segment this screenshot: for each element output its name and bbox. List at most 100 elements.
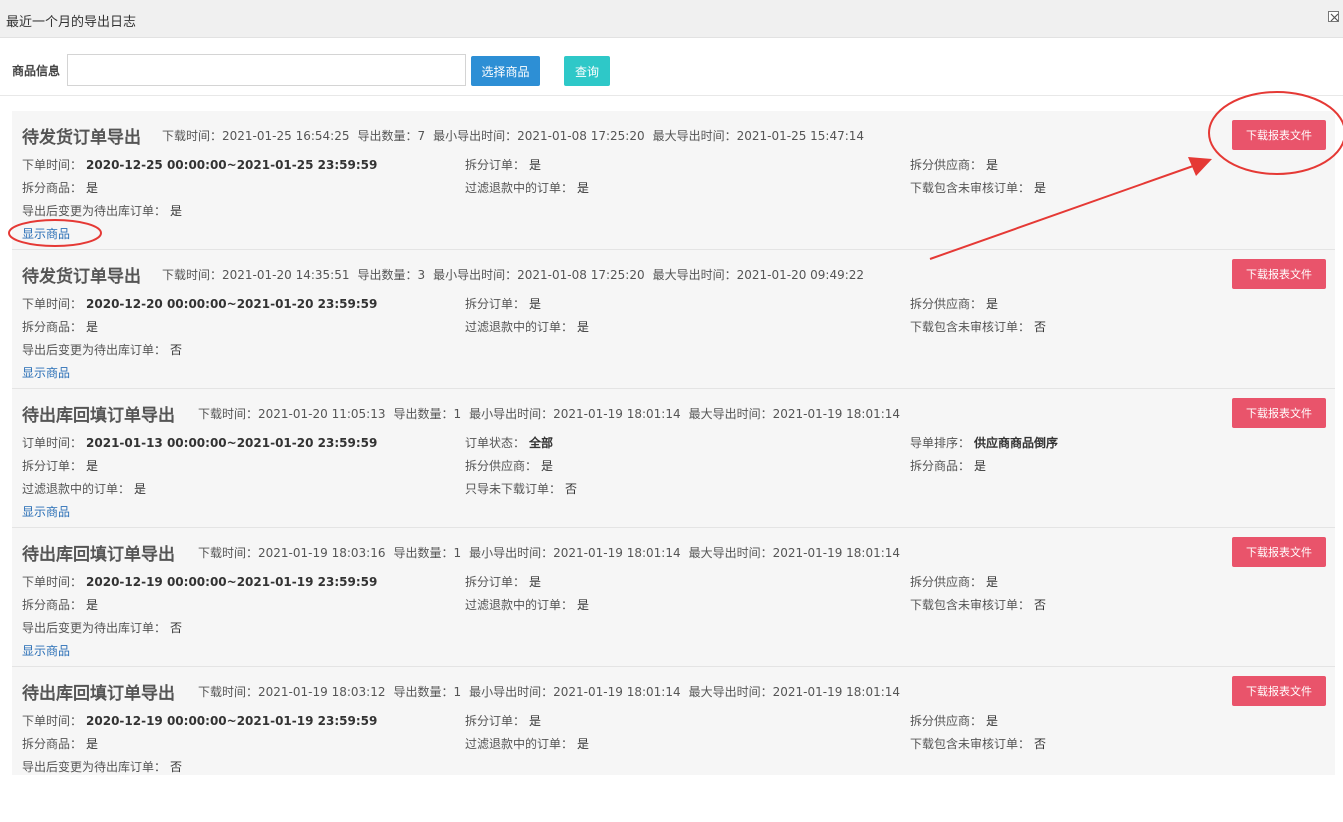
- min-export-time-value: 2021-01-08 17:25:20: [517, 129, 645, 143]
- record-field: 下单时间： 2020-12-25 00:00:00~2021-01-25 23:5…: [22, 156, 377, 173]
- field-label: 下载包含未审核订单：: [910, 320, 1031, 334]
- download-time: 下载时间：2021-01-25 16:54:25: [162, 129, 349, 143]
- record-field: 拆分供应商：是: [910, 295, 998, 312]
- record-field: 下载包含未审核订单：否: [910, 318, 1046, 335]
- record-field: 下载包含未审核订单：是: [910, 179, 1046, 196]
- min-export-time: 最小导出时间：2021-01-19 18:01:14: [469, 407, 680, 421]
- show-products-link[interactable]: 显示商品: [22, 225, 70, 242]
- record-field: 下载包含未审核订单：否: [910, 735, 1046, 752]
- field-label: 下载包含未审核订单：: [910, 598, 1031, 612]
- download-time-value: 2021-01-20 14:35:51: [222, 268, 350, 282]
- field-label: 导单排序：: [910, 436, 971, 450]
- download-time-label: 下载时间：: [162, 129, 223, 143]
- field-label: 过滤退款中的订单：: [465, 737, 574, 751]
- field-value: 2021-01-13 00:00:00~2021-01-20 23:59:59: [86, 436, 378, 450]
- min-export-time-label: 最小导出时间：: [433, 129, 518, 143]
- min-export-time-value: 2021-01-19 18:01:14: [553, 685, 681, 699]
- record-title: 待出库回填订单导出: [22, 406, 175, 426]
- max-export-time: 最大导出时间：2021-01-20 09:49:22: [653, 268, 864, 282]
- field-value: 是: [577, 320, 590, 334]
- download-report-button[interactable]: 下载报表文件: [1232, 120, 1326, 150]
- field-label: 拆分供应商：: [465, 459, 538, 473]
- field-value: 是: [1034, 181, 1047, 195]
- max-export-time-value: 2021-01-20 09:49:22: [736, 268, 865, 282]
- export-record: 待发货订单导出 下载时间：2021-01-25 16:54:25 导出数量：7 最小导…: [12, 111, 1335, 250]
- field-value: 是: [170, 204, 183, 218]
- field-label: 拆分商品：: [22, 320, 83, 334]
- max-export-time-label: 最大导出时间：: [652, 268, 737, 282]
- show-products-link[interactable]: 显示商品: [22, 503, 70, 520]
- field-label: 拆分订单：: [465, 714, 526, 728]
- download-report-button[interactable]: 下载报表文件: [1232, 259, 1326, 289]
- dialog-title: 最近一个月的导出日志: [6, 15, 137, 30]
- record-field: 拆分订单：是: [465, 573, 541, 590]
- show-products-link[interactable]: 显示商品: [22, 364, 70, 381]
- download-time: 下载时间：2021-01-19 18:03:16: [198, 546, 385, 560]
- product-info-input[interactable]: [67, 54, 466, 86]
- max-export-time-label: 最大导出时间：: [688, 546, 773, 560]
- min-export-time-label: 最小导出时间：: [469, 407, 554, 421]
- download-time-label: 下载时间：: [198, 685, 259, 699]
- field-value: 是: [986, 714, 999, 728]
- download-report-button[interactable]: 下载报表文件: [1232, 537, 1326, 567]
- export-count: 导出数量：7: [357, 129, 425, 143]
- record-field: 导出后变更为待出库订单：否: [22, 341, 182, 358]
- min-export-time-label: 最小导出时间：: [469, 685, 554, 699]
- field-value: 是: [86, 737, 99, 751]
- field-value: 是: [986, 297, 999, 311]
- select-product-button[interactable]: 选择商品: [471, 56, 540, 86]
- min-export-time: 最小导出时间：2021-01-08 17:25:20: [433, 129, 644, 143]
- max-export-time: 最大导出时间：2021-01-19 18:01:14: [689, 407, 900, 421]
- min-export-time: 最小导出时间：2021-01-08 17:25:20: [433, 268, 644, 282]
- show-products-link[interactable]: 显示商品: [22, 642, 70, 659]
- field-label: 拆分订单：: [465, 575, 526, 589]
- record-field: 下单时间： 2020-12-20 00:00:00~2021-01-20 23:5…: [22, 295, 377, 312]
- field-value: 全部: [529, 436, 554, 450]
- field-label: 拆分供应商：: [910, 297, 983, 311]
- min-export-time-value: 2021-01-08 17:25:20: [517, 268, 645, 282]
- field-label: 导出后变更为待出库订单：: [22, 343, 167, 357]
- record-field: 拆分供应商：是: [910, 712, 998, 729]
- close-icon[interactable]: [1328, 11, 1339, 22]
- min-export-time-label: 最小导出时间：: [469, 546, 554, 560]
- record-field: 过滤退款中的订单：是: [465, 735, 589, 752]
- export-count-label: 导出数量：: [393, 546, 454, 560]
- export-count: 导出数量：3: [357, 268, 425, 282]
- record-field: 拆分商品：是: [22, 735, 98, 752]
- export-count-label: 导出数量：: [357, 129, 418, 143]
- record-meta: 下载时间：2021-01-19 18:03:16 导出数量：1 最小导出时间：202…: [198, 544, 908, 561]
- record-field: 导出后变更为待出库订单：是: [22, 202, 182, 219]
- export-record: 待出库回填订单导出 下载时间：2021-01-19 18:03:16 导出数量：1 最…: [12, 528, 1335, 667]
- record-meta: 下载时间：2021-01-19 18:03:12 导出数量：1 最小导出时间：202…: [198, 683, 908, 700]
- record-field: 下单时间： 2020-12-19 00:00:00~2021-01-19 23:5…: [22, 712, 377, 729]
- field-label: 下单时间：: [22, 714, 83, 728]
- export-log-list: 待发货订单导出 下载时间：2021-01-25 16:54:25 导出数量：7 最小导…: [12, 111, 1335, 775]
- download-report-button[interactable]: 下载报表文件: [1232, 676, 1326, 706]
- field-value: 是: [577, 737, 590, 751]
- download-time-value: 2021-01-19 18:03:12: [258, 685, 386, 699]
- download-report-button[interactable]: 下载报表文件: [1232, 398, 1326, 428]
- field-value: 是: [86, 181, 99, 195]
- field-label: 过滤退款中的订单：: [465, 320, 574, 334]
- max-export-time-label: 最大导出时间：: [688, 685, 773, 699]
- record-field: 拆分供应商：是: [465, 457, 553, 474]
- record-field: 拆分订单：是: [465, 295, 541, 312]
- download-time-label: 下载时间：: [198, 546, 259, 560]
- record-field: 订单时间： 2021-01-13 00:00:00~2021-01-20 23:5…: [22, 434, 377, 451]
- min-export-time: 最小导出时间：2021-01-19 18:01:14: [469, 546, 680, 560]
- field-value: 否: [170, 621, 183, 635]
- field-value: 是: [577, 598, 590, 612]
- record-field: 拆分供应商：是: [910, 573, 998, 590]
- max-export-time: 最大导出时间：2021-01-25 15:47:14: [653, 129, 864, 143]
- record-field: 拆分订单：是: [465, 712, 541, 729]
- field-value: 是: [529, 714, 542, 728]
- field-value: 否: [565, 482, 578, 496]
- field-value: 是: [986, 158, 999, 172]
- download-time: 下载时间：2021-01-19 18:03:12: [198, 685, 385, 699]
- export-record: 待发货订单导出 下载时间：2021-01-20 14:35:51 导出数量：3 最小导…: [12, 250, 1335, 389]
- download-time: 下载时间：2021-01-20 14:35:51: [162, 268, 349, 282]
- export-count: 导出数量：1: [393, 407, 461, 421]
- export-count-value: 7: [417, 129, 426, 143]
- field-label: 下载包含未审核订单：: [910, 181, 1031, 195]
- query-button[interactable]: 查询: [564, 56, 610, 86]
